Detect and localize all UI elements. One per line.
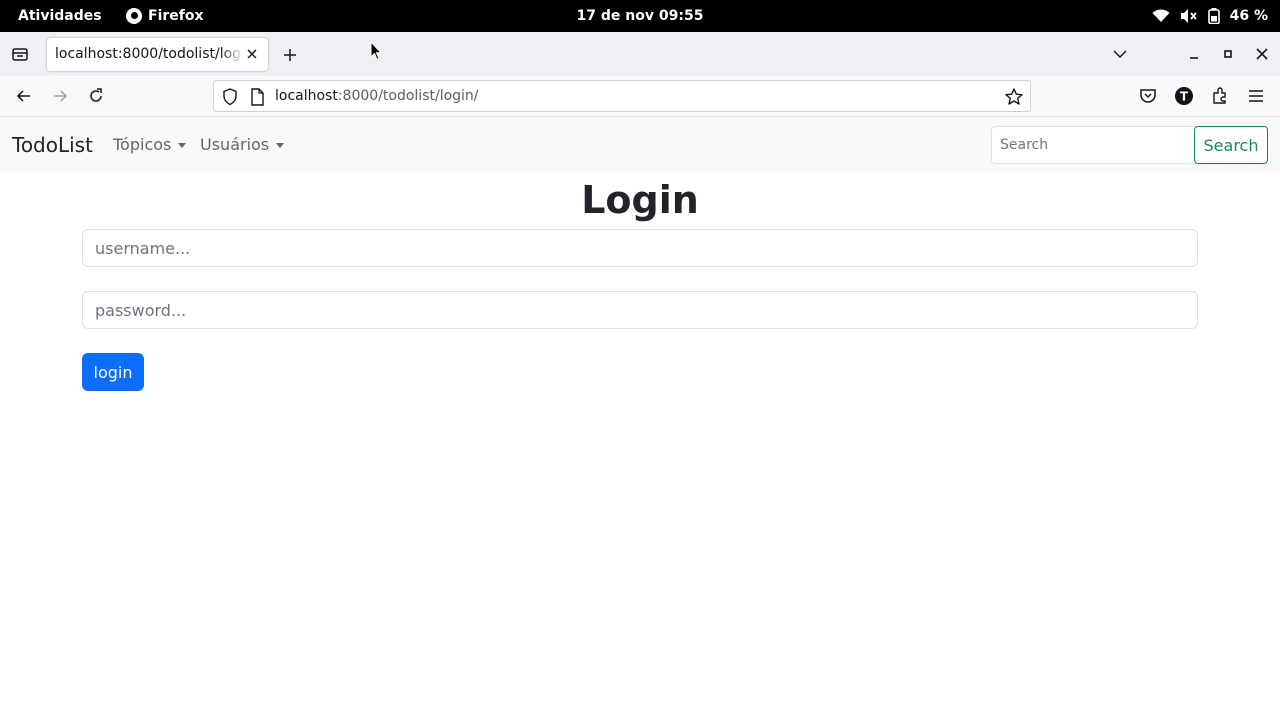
tab-title: localhost:8000/todolist/login/ (55, 38, 243, 71)
page-info-icon[interactable] (250, 88, 264, 110)
extensions-icon[interactable] (1210, 86, 1230, 106)
battery-icon (1207, 8, 1220, 24)
site-navbar: TodoList Tópicos Usuários Search (0, 117, 1280, 173)
firefox-view-icon[interactable] (10, 44, 30, 64)
url-bar[interactable]: localhost:8000/todolist/login/ (213, 80, 1031, 112)
system-tray[interactable]: 46 % (1152, 0, 1268, 32)
navbar-brand[interactable]: TodoList (12, 117, 93, 173)
tracking-protection-icon[interactable] (222, 88, 238, 110)
nav-dropdown-label: Tópicos (113, 135, 172, 154)
back-icon[interactable] (14, 86, 34, 106)
app-name: Firefox (148, 8, 204, 24)
list-all-tabs-icon[interactable] (1110, 44, 1130, 64)
nav-dropdown-topicos[interactable]: Tópicos (113, 117, 187, 173)
new-tab-icon[interactable] (281, 46, 299, 64)
mouse-cursor-icon (370, 40, 383, 65)
nav-dropdown-label: Usuários (200, 135, 270, 154)
pocket-icon[interactable] (1138, 86, 1158, 106)
search-input[interactable] (991, 126, 1195, 164)
caret-down-icon (178, 142, 187, 148)
page-title: Login (581, 178, 699, 222)
username-field[interactable] (82, 229, 1198, 267)
battery-percent: 46 % (1229, 8, 1268, 24)
caret-down-icon (276, 142, 285, 148)
app-menu[interactable]: Firefox (126, 0, 204, 32)
page-content: TodoList Tópicos Usuários Search Login l… (0, 117, 1280, 720)
activities-button[interactable]: Atividades (18, 0, 102, 32)
volume-muted-icon (1180, 8, 1198, 24)
bookmark-star-icon[interactable] (1004, 87, 1024, 111)
account-icon[interactable]: T (1174, 86, 1194, 106)
menu-icon[interactable] (1246, 86, 1266, 106)
close-window-icon[interactable] (1252, 44, 1272, 64)
password-field[interactable] (82, 291, 1198, 329)
minimize-icon[interactable] (1184, 44, 1204, 64)
tab-active[interactable]: localhost:8000/todolist/login/ (47, 38, 268, 71)
search-button[interactable]: Search (1194, 126, 1268, 164)
forward-icon[interactable] (50, 86, 70, 106)
login-button[interactable]: login (82, 353, 144, 391)
tab-strip: localhost:8000/todolist/login/ (0, 32, 1280, 76)
browser-toolbar: localhost:8000/todolist/login/ T (0, 76, 1280, 117)
url-text[interactable]: localhost:8000/todolist/login/ (275, 81, 479, 111)
firefox-icon (126, 8, 142, 24)
url-path: :8000/todolist/login/ (337, 88, 479, 104)
url-host: localhost (275, 88, 338, 104)
maximize-icon[interactable] (1218, 44, 1238, 64)
reload-icon[interactable] (86, 86, 106, 106)
close-tab-icon[interactable] (244, 46, 260, 62)
wifi-icon (1152, 9, 1170, 23)
system-top-bar: Atividades Firefox 17 de nov 09:55 46 % (0, 0, 1280, 32)
svg-text:T: T (1180, 90, 1189, 104)
nav-dropdown-usuarios[interactable]: Usuários (200, 117, 285, 173)
